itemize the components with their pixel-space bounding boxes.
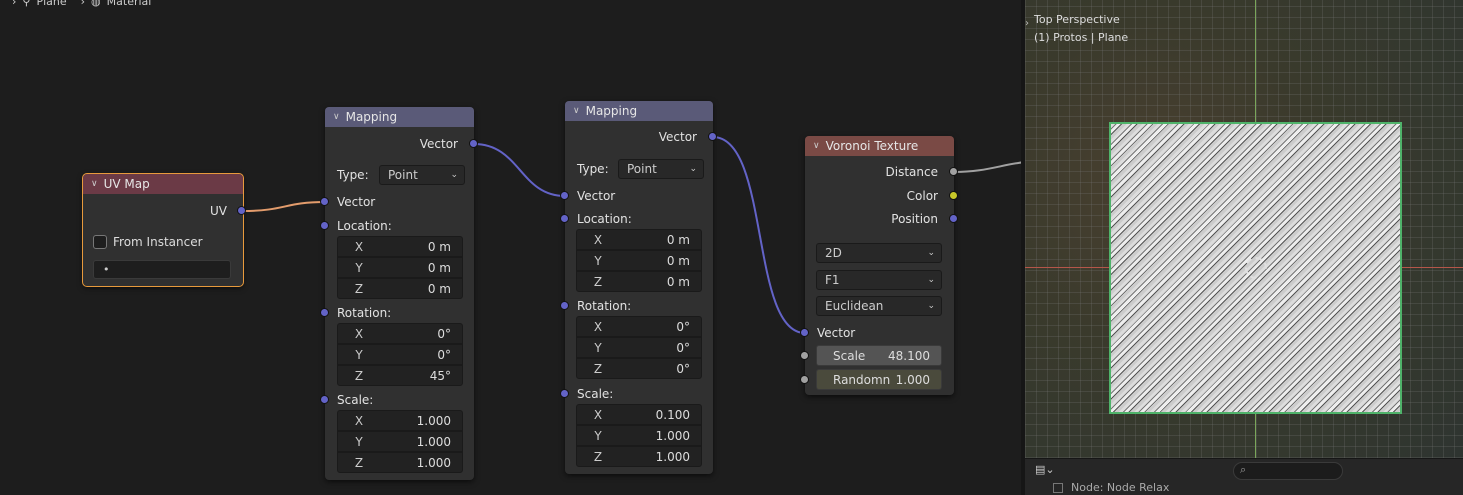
location-z-field[interactable]: Z0 m (576, 271, 702, 292)
node-header[interactable]: ∨ UV Map (83, 174, 243, 194)
type-dropdown[interactable]: Point ⌄ (618, 159, 704, 179)
output-position: Position (891, 212, 938, 226)
location-label: Location: (577, 212, 632, 226)
input-vector: Vector (577, 189, 616, 203)
editor-type-icon[interactable]: ▤⌄ (1035, 463, 1061, 481)
chevron-down-icon: ⌄ (689, 164, 697, 174)
scale-z-field[interactable]: Z 1.000 (337, 452, 463, 473)
object-info: (1) Protos | Plane (1034, 31, 1129, 44)
scale-label: Scale: (337, 393, 374, 407)
type-dropdown[interactable]: Point ⌄ (379, 165, 465, 185)
checkbox-box[interactable] (93, 235, 107, 249)
output-vector: Vector (658, 130, 697, 144)
rotation-label: Rotation: (577, 299, 632, 313)
chevron-down-icon: ⌄ (450, 170, 458, 180)
location-x-field[interactable]: X0 m (576, 229, 702, 250)
chevron-down-icon[interactable]: ∨ (573, 106, 580, 116)
scale-label: Scale: (577, 387, 614, 401)
object-icon: ⚲ (22, 0, 31, 8)
color-socket[interactable] (949, 191, 958, 200)
mapping-node-1[interactable]: ∨ Mapping Vector Type: Point ⌄ Vector Loc… (320, 107, 478, 480)
position-socket[interactable] (949, 214, 958, 223)
scale-field[interactable]: Scale 48.100 (816, 345, 942, 366)
chevron-right-icon[interactable]: › (1025, 18, 1029, 29)
scale-x-field[interactable]: X 1.000 (337, 410, 463, 431)
outliner-header: ▤⌄ ⌕ Node: Node Relax (1025, 458, 1463, 495)
rotation-x-field[interactable]: X 0° (576, 316, 702, 337)
rotation-y-field[interactable]: Y 0° (337, 344, 463, 365)
chevron-down-icon: ⌄ (927, 275, 935, 285)
vector-out-socket[interactable] (469, 139, 478, 148)
feature-dropdown[interactable]: F1 ⌄ (816, 270, 942, 290)
distance-metric-dropdown[interactable]: Euclidean ⌄ (816, 296, 942, 316)
breadcrumb-material[interactable]: › ◍ Material (81, 0, 152, 8)
output-vector: Vector (419, 137, 458, 151)
location-label: Location: (337, 219, 392, 233)
3d-viewport[interactable]: › Top Perspective (1) Protos | Plane (1025, 0, 1463, 458)
location-y-field[interactable]: Y0 m (576, 250, 702, 271)
breadcrumb-object[interactable]: › ⚲ Plane (12, 0, 67, 8)
rotation-y-field[interactable]: Y 0° (576, 337, 702, 358)
vector-out-socket[interactable] (708, 132, 717, 141)
view-name: Top Perspective (1034, 13, 1120, 26)
rotation-z-field[interactable]: Z 0° (576, 358, 702, 379)
mapping-node-2[interactable]: ∨ Mapping Vector Type: Point ⌄ Vector Loc… (560, 101, 717, 474)
randomness-field[interactable]: Randomn 1.000 (816, 369, 942, 390)
scale-x-field[interactable]: X 0.100 (576, 404, 702, 425)
output-distance: Distance (885, 165, 938, 179)
rotation-label: Rotation: (337, 306, 392, 320)
location-x-field[interactable]: X0 m (337, 236, 463, 257)
uv-socket[interactable] (237, 206, 246, 215)
voronoi-texture-node[interactable]: ∨ Voronoi Texture Distance Color Positio… (800, 136, 958, 395)
uv-map-field[interactable]: • (93, 260, 231, 279)
chevron-down-icon[interactable]: ∨ (813, 141, 820, 151)
location-z-field[interactable]: Z0 m (337, 278, 463, 299)
scale-z-field[interactable]: Z 1.000 (576, 446, 702, 467)
checkbox-icon[interactable] (1053, 482, 1063, 493)
search-icon: ⌕ (1240, 463, 1247, 476)
chevron-down-icon: ⌄ (927, 301, 935, 311)
search-input[interactable]: ⌕ (1233, 462, 1343, 480)
chevron-down-icon[interactable]: ∨ (91, 179, 98, 189)
node-header[interactable]: ∨ Mapping (325, 107, 474, 127)
node-header[interactable]: ∨ Mapping (565, 101, 713, 121)
3d-cursor-icon[interactable] (1245, 257, 1267, 279)
chevron-down-icon[interactable]: ∨ (333, 112, 340, 122)
rotation-x-field[interactable]: X 0° (337, 323, 463, 344)
distance-socket[interactable] (949, 167, 958, 176)
link-mapping1-to-mapping2 (473, 143, 566, 197)
outliner-item[interactable]: Node: Node Relax (1053, 481, 1169, 494)
link-distance-out (953, 161, 1025, 173)
chevron-right-icon: › (12, 0, 17, 8)
material-icon: ◍ (91, 0, 101, 8)
input-vector: Vector (337, 195, 376, 209)
breadcrumb: › ⚲ Plane › ◍ Material (12, 0, 151, 8)
node-editor[interactable]: › ⚲ Plane › ◍ Material ∨ UV Map UV From Inst… (0, 0, 1025, 495)
randomness-socket[interactable] (800, 375, 809, 384)
output-color: Color (906, 189, 938, 203)
from-instancer-checkbox[interactable]: From Instancer (93, 235, 203, 249)
input-vector: Vector (817, 326, 856, 340)
scale-socket[interactable] (800, 351, 809, 360)
chevron-down-icon: ⌄ (927, 248, 935, 258)
node-header[interactable]: ∨ Voronoi Texture (805, 136, 954, 156)
chevron-right-icon: › (80, 0, 86, 8)
location-y-field[interactable]: Y0 m (337, 257, 463, 278)
output-uv: UV (210, 204, 227, 218)
link-uv-to-mapping1 (242, 201, 326, 212)
rotation-z-field[interactable]: Z 45° (337, 365, 463, 386)
uvmap-node[interactable]: ∨ UV Map UV From Instancer • (82, 173, 246, 287)
scale-y-field[interactable]: Y 1.000 (576, 425, 702, 446)
dimensions-dropdown[interactable]: 2D ⌄ (816, 243, 942, 263)
scale-y-field[interactable]: Y 1.000 (337, 431, 463, 452)
link-mapping2-to-voronoi (712, 136, 806, 334)
